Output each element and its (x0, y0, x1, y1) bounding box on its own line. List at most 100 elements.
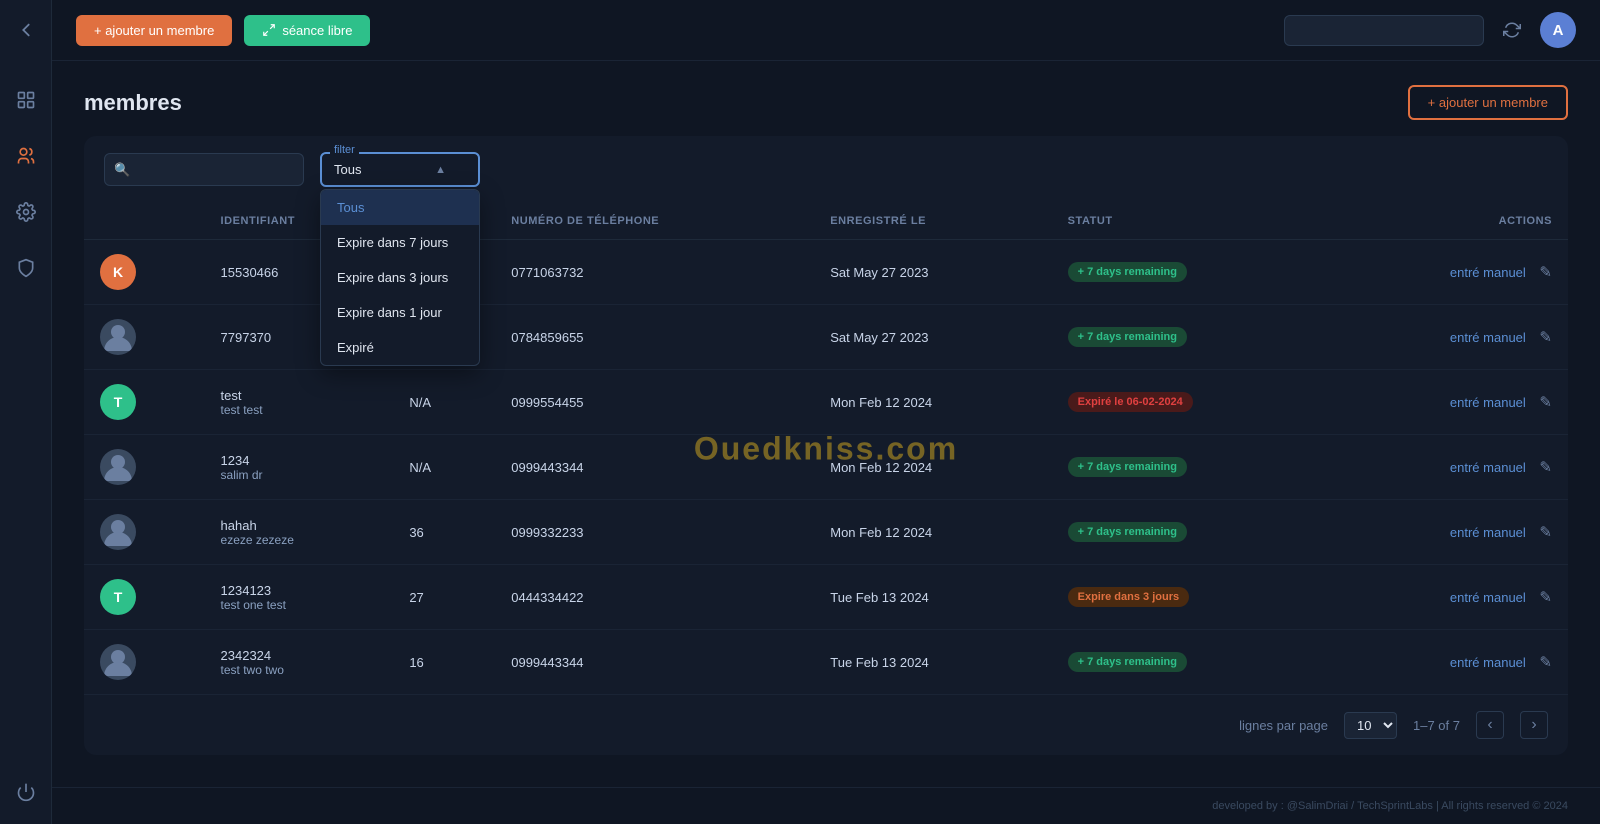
topbar-seance-btn[interactable]: séance libre (244, 15, 370, 46)
member-age-cell: 27 (393, 565, 495, 630)
avatar (100, 514, 136, 550)
table-row: 2342324test two two 16 0999443344 Tue Fe… (84, 630, 1568, 695)
member-status-cell: Expiré le 06-02-2024 (1052, 370, 1331, 435)
member-avatar-cell: T (84, 370, 205, 435)
avatar: T (100, 579, 136, 615)
member-avatar-cell: K (84, 240, 205, 305)
member-registered-cell: Sat May 27 2023 (814, 305, 1051, 370)
member-status-cell: + 7 days remaining (1052, 305, 1331, 370)
user-avatar-btn[interactable]: A (1540, 12, 1576, 48)
avatar (100, 449, 136, 485)
action-edit-btn[interactable]: ✎ (1539, 589, 1552, 606)
topbar-seance-label: séance libre (282, 23, 352, 38)
members-table: IDENTIFIANT AGE NUMÉRO DE TÉLÉPHONE ENRE… (84, 203, 1568, 694)
member-identifier-cell: 2342324test two two (205, 630, 394, 695)
sidebar-item-settings[interactable] (10, 196, 42, 228)
member-actions-cell: entré manuel ✎ (1330, 500, 1568, 565)
action-edit-btn[interactable]: ✎ (1539, 459, 1552, 476)
member-status-cell: Expire dans 3 jours (1052, 565, 1331, 630)
action-edit-btn[interactable]: ✎ (1539, 264, 1552, 281)
member-name: test two two (221, 663, 378, 677)
member-id: 1234 (221, 453, 378, 468)
member-actions-cell: entré manuel ✎ (1330, 565, 1568, 630)
member-avatar-cell (84, 630, 205, 695)
refresh-btn[interactable] (1496, 14, 1528, 46)
member-identifier-cell: 1234salim dr (205, 435, 394, 500)
member-identifier-cell: hahahezeze zezeze (205, 500, 394, 565)
member-registered-cell: Tue Feb 13 2024 (814, 630, 1051, 695)
action-edit-btn[interactable]: ✎ (1539, 329, 1552, 346)
search-icon: 🔍 (114, 162, 130, 178)
page-add-member-btn[interactable]: + ajouter un membre (1408, 85, 1568, 120)
avatar (100, 319, 136, 355)
action-entre-manuel[interactable]: entré manuel (1450, 525, 1526, 540)
sidebar-item-dashboard[interactable] (10, 84, 42, 116)
action-edit-btn[interactable]: ✎ (1539, 394, 1552, 411)
member-status-cell: + 7 days remaining (1052, 240, 1331, 305)
member-registered-cell: Mon Feb 12 2024 (814, 500, 1051, 565)
member-name: test one test (221, 598, 378, 612)
content-area: 🔍 filter Tous ▲ Tous Expire dans 7 jours… (52, 136, 1600, 787)
member-phone-cell: 0999332233 (495, 500, 814, 565)
member-status-cell: + 7 days remaining (1052, 500, 1331, 565)
filter-select-btn[interactable]: Tous ▲ (320, 152, 480, 187)
filter-option-expire[interactable]: Expiré (321, 330, 479, 365)
main-content: + ajouter un membre séance libre A membr… (52, 0, 1600, 824)
avatar: T (100, 384, 136, 420)
table-search-input[interactable] (104, 153, 304, 186)
status-badge: + 7 days remaining (1068, 457, 1187, 477)
action-entre-manuel[interactable]: entré manuel (1450, 265, 1526, 280)
col-registered: ENREGISTRÉ LE (814, 203, 1051, 240)
member-age-cell: N/A (393, 370, 495, 435)
filter-dropdown-menu: Tous Expire dans 7 jours Expire dans 3 j… (320, 189, 480, 366)
filter-option-tous[interactable]: Tous (321, 190, 479, 225)
col-status: STATUT (1052, 203, 1331, 240)
filter-label: filter (330, 144, 359, 156)
filter-selected-value: Tous (334, 162, 361, 177)
member-age-cell: 36 (393, 500, 495, 565)
action-entre-manuel[interactable]: entré manuel (1450, 330, 1526, 345)
member-name: salim dr (221, 468, 378, 482)
col-phone: NUMÉRO DE TÉLÉPHONE (495, 203, 814, 240)
status-badge: + 7 days remaining (1068, 652, 1187, 672)
action-edit-btn[interactable]: ✎ (1539, 524, 1552, 541)
footer-text: developed by : @SalimDriai / TechSprintL… (1212, 800, 1568, 812)
filter-option-7jours[interactable]: Expire dans 7 jours (321, 225, 479, 260)
pagination-next-btn[interactable]: › (1520, 711, 1548, 739)
member-phone-cell: 0784859655 (495, 305, 814, 370)
action-entre-manuel[interactable]: entré manuel (1450, 590, 1526, 605)
avatar (100, 644, 136, 680)
topbar-search-input[interactable] (1284, 15, 1484, 46)
status-badge: + 7 days remaining (1068, 262, 1187, 282)
avatar: K (100, 254, 136, 290)
member-id: hahah (221, 518, 378, 533)
status-badge: + 7 days remaining (1068, 522, 1187, 542)
status-badge: + 7 days remaining (1068, 327, 1187, 347)
pagination-per-page-select[interactable]: 10 25 50 (1344, 712, 1397, 739)
sidebar-power-btn[interactable] (10, 776, 42, 808)
page-header: membres + ajouter un membre (52, 61, 1600, 136)
member-avatar-cell (84, 435, 205, 500)
page-title: membres (84, 90, 182, 116)
action-entre-manuel[interactable]: entré manuel (1450, 460, 1526, 475)
pagination-row: lignes par page 10 25 50 1–7 of 7 ‹ › (84, 694, 1568, 755)
member-id: 1234123 (221, 583, 378, 598)
search-wrap: 🔍 (104, 153, 304, 186)
members-table-card: 🔍 filter Tous ▲ Tous Expire dans 7 jours… (84, 136, 1568, 755)
filter-option-1jour[interactable]: Expire dans 1 jour (321, 295, 479, 330)
sidebar-collapse-btn[interactable] (12, 16, 40, 44)
sidebar-item-members[interactable] (10, 140, 42, 172)
topbar-add-member-btn[interactable]: + ajouter un membre (76, 15, 232, 46)
table-row: K 15530466 31 0771063732 Sat May 27 2023… (84, 240, 1568, 305)
status-badge: Expiré le 06-02-2024 (1068, 392, 1193, 412)
member-actions-cell: entré manuel ✎ (1330, 435, 1568, 500)
action-edit-btn[interactable]: ✎ (1539, 654, 1552, 671)
chevron-down-icon: ▲ (435, 164, 446, 176)
action-entre-manuel[interactable]: entré manuel (1450, 395, 1526, 410)
action-entre-manuel[interactable]: entré manuel (1450, 655, 1526, 670)
sidebar-item-shield[interactable] (10, 252, 42, 284)
filter-option-3jours[interactable]: Expire dans 3 jours (321, 260, 479, 295)
member-actions-cell: entré manuel ✎ (1330, 305, 1568, 370)
col-actions: ACTIONS (1330, 203, 1568, 240)
pagination-prev-btn[interactable]: ‹ (1476, 711, 1504, 739)
